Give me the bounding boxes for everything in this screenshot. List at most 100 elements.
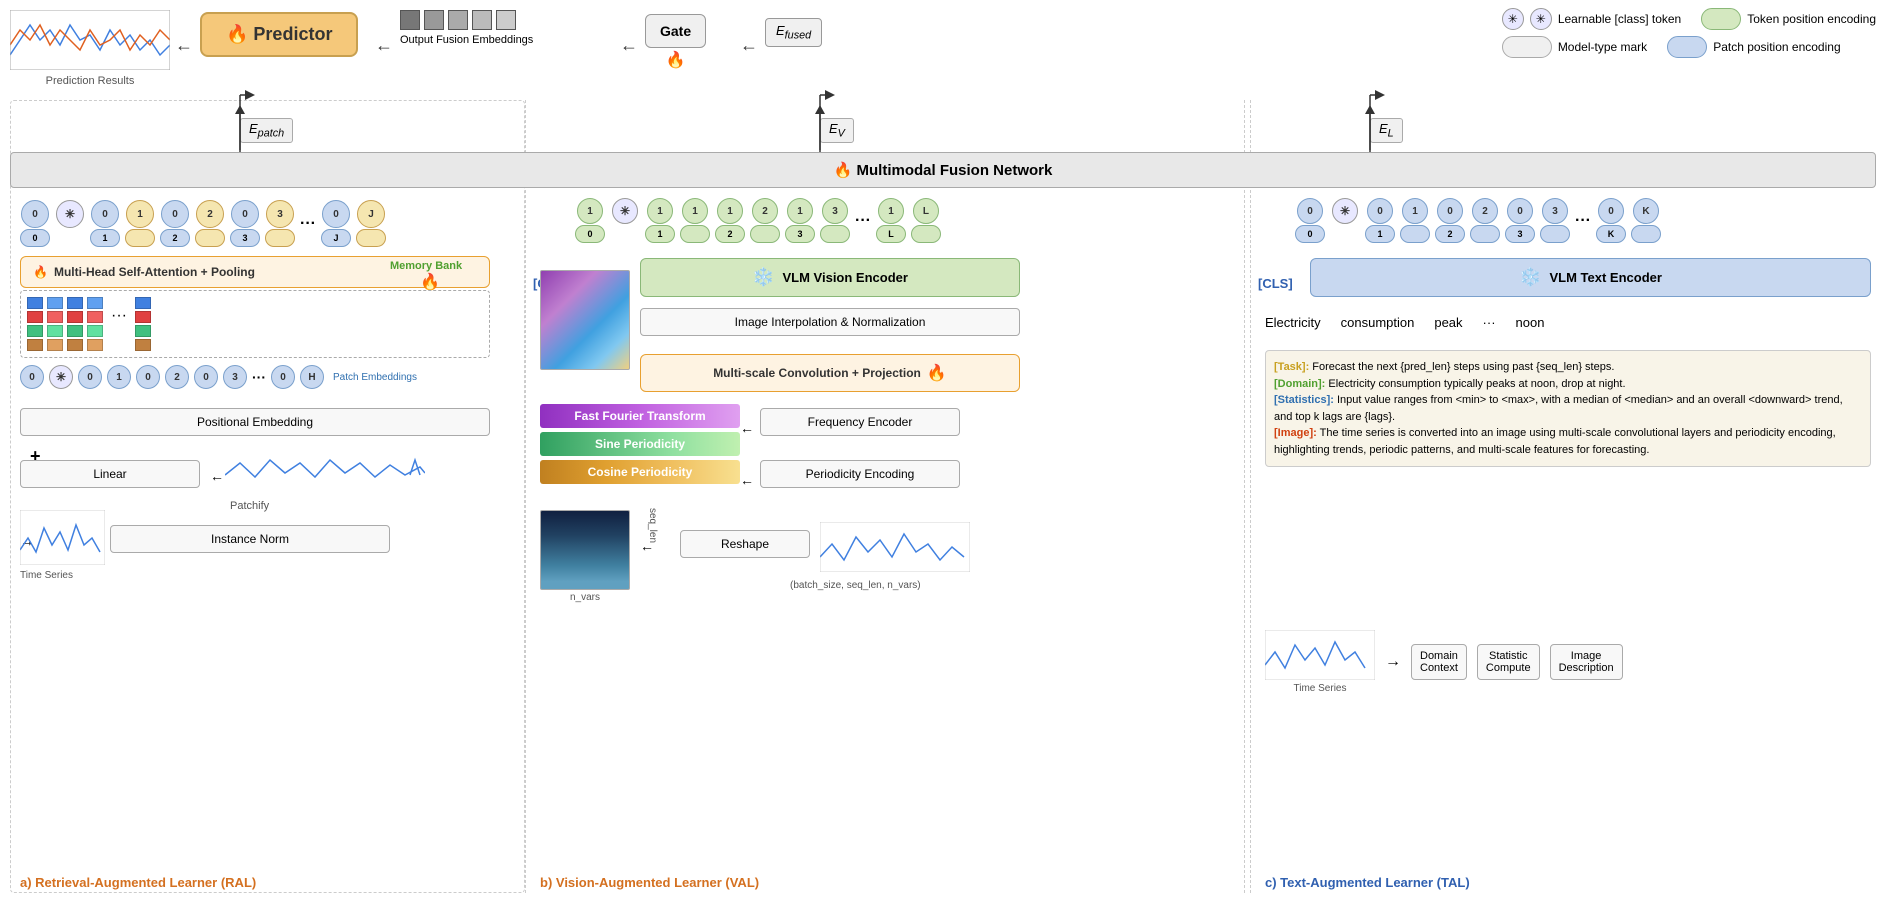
mem-d3 xyxy=(67,325,83,337)
mem-col-1 xyxy=(27,297,43,351)
fusion-block-4 xyxy=(472,10,492,30)
patch-tok-00: 0 xyxy=(20,365,44,389)
multiscale-box: Multi-scale Convolution + Projection 🔥 xyxy=(640,354,1020,392)
tok-c-star: ✳ xyxy=(1330,198,1360,243)
tok-a-dots: ··· xyxy=(300,215,316,233)
tok-b-13-pos: 3 xyxy=(785,225,815,243)
tok-b-dots: ··· xyxy=(855,212,871,230)
section-c-title-text: c) Text-Augmented Learner (TAL) xyxy=(1265,875,1470,890)
gate-with-fire: Gate 🔥 xyxy=(645,14,706,70)
section-a-ts-label: Time Series xyxy=(20,570,73,581)
prompt-task-label: [Task]: xyxy=(1274,361,1309,373)
tok-c-01b-pos xyxy=(1400,225,1430,243)
prompt-stats-text: Input value ranges from <min> to <max>, … xyxy=(1274,394,1843,423)
linear-area: Linear xyxy=(20,460,200,488)
img-thumbnail xyxy=(540,270,630,370)
mem-l2 xyxy=(135,311,151,323)
tok-c-0k-inner: 0 xyxy=(1598,198,1624,224)
mem-l4 xyxy=(135,339,151,351)
tok-b-12b-inner: 2 xyxy=(752,198,778,224)
star-icon-1: ✳ xyxy=(1502,8,1524,30)
gate-box: Gate xyxy=(645,14,706,48)
tok-c-kb-inner: K xyxy=(1633,198,1659,224)
patchify-label: Patchify xyxy=(230,500,269,512)
tok-c-Kb: K xyxy=(1631,198,1661,243)
period-enc-box: Periodicity Encoding xyxy=(760,460,960,488)
tok-c-03-inner: 0 xyxy=(1507,198,1533,224)
legend-token-pos: Token position encoding xyxy=(1701,8,1876,30)
instance-norm-area: Instance Norm xyxy=(110,525,390,553)
word-electricity: Electricity xyxy=(1265,315,1321,330)
tok-b-lb-inner: L xyxy=(913,198,939,224)
tok-b-1l-pos: L xyxy=(876,225,906,243)
mem-c3 xyxy=(47,325,63,337)
tok-c-03b-pos xyxy=(1540,225,1570,243)
prompt-stats-label: [Statistics]: xyxy=(1274,394,1334,406)
mem-e1 xyxy=(87,297,103,309)
img-thumb2-area: seq_len n_vars xyxy=(540,510,630,603)
section-c-ts-label: Time Series xyxy=(1265,683,1375,694)
linear-box: Linear xyxy=(20,460,200,488)
gate-area: Gate 🔥 xyxy=(645,14,706,70)
tok-c-star-empty xyxy=(1330,225,1360,243)
prompt-image-label: [Image]: xyxy=(1274,427,1317,439)
tok-a-03-stack: 0 3 xyxy=(230,200,260,247)
freq-bars-area: Fast Fourier Transform Sine Periodicity … xyxy=(540,404,740,484)
blue-oval-icon xyxy=(1667,36,1707,58)
word-noon: noon xyxy=(1516,315,1545,330)
output-fusion-label: Output Fusion Embeddings xyxy=(400,34,533,46)
tok-b-10: 1 0 xyxy=(575,198,605,243)
pos-embed-area: Positional Embedding xyxy=(20,408,490,436)
tok-a-00-star: 0 0 xyxy=(20,200,50,247)
tok-c-02b: 2 xyxy=(1470,198,1500,243)
section-a-timeseries xyxy=(20,510,105,565)
tok-a-01-pos: 1 xyxy=(90,229,120,247)
section-b-title: b) Vision-Augmented Learner (VAL) xyxy=(540,875,759,890)
tok-b-12-inner: 1 xyxy=(717,198,743,224)
vlm-text-area: ❄️ VLM Text Encoder xyxy=(1310,258,1871,297)
arrow-reshape-img: ← xyxy=(640,538,654,554)
period-enc-area: Periodicity Encoding xyxy=(760,460,960,488)
tok-c-02b-pos xyxy=(1470,225,1500,243)
mem-d1 xyxy=(67,297,83,309)
tok-a-star-inner: ✳ xyxy=(56,200,84,228)
mem-b2 xyxy=(27,311,43,323)
fusion-blocks-row xyxy=(400,10,533,30)
prediction-signal xyxy=(10,10,170,70)
img-thumbnail-2 xyxy=(540,510,630,590)
tok-a-01-inner: 0 xyxy=(91,200,119,228)
tok-c-kb-pos xyxy=(1631,225,1661,243)
arrow-fusion-pred: ← xyxy=(375,35,393,56)
tok-b-12b: 2 xyxy=(750,198,780,243)
predictor-label: 🔥 Predictor xyxy=(200,12,358,57)
tok-c-02-inner: 0 xyxy=(1437,198,1463,224)
memory-bank-label: Memory Bank xyxy=(390,260,462,272)
tok-a-00-pos: 0 xyxy=(20,229,50,247)
tok-a-0j-yellow: J xyxy=(356,200,386,247)
section-a-patch-row: 0 ✳ 0 1 0 2 0 3 ··· 0 H Patch Embeddings xyxy=(20,365,417,389)
mem-e3 xyxy=(87,325,103,337)
fire-icon: 🔥 xyxy=(666,50,686,70)
tok-c-star-inner: ✳ xyxy=(1332,198,1358,224)
legend-patch-pos: Patch position encoding xyxy=(1667,36,1840,58)
tok-b-lb-pos xyxy=(911,225,941,243)
legend-row-1: ✳ ✳ Learnable [class] token Token positi… xyxy=(1502,8,1876,30)
tok-a-0j-pos: J xyxy=(321,229,351,247)
mem-b1 xyxy=(27,297,43,309)
section-c-title: c) Text-Augmented Learner (TAL) xyxy=(1265,875,1470,890)
tok-a-03-yellow: 3 xyxy=(265,200,295,247)
patch-embeddings-label: Patch Embeddings xyxy=(333,372,417,383)
patch-tok-03: 0 xyxy=(194,365,218,389)
snowflake-icon: ❄️ xyxy=(752,267,774,288)
diagram-container: ✳ ✳ Learnable [class] token Token positi… xyxy=(0,0,1886,898)
tok-c-03b-inner: 3 xyxy=(1542,198,1568,224)
tok-a-02-stack: 0 2 xyxy=(160,200,190,247)
reshape-box: Reshape xyxy=(680,530,810,558)
tok-a-02-inner: 0 xyxy=(161,200,189,228)
tok-c-dots: ··· xyxy=(1575,212,1591,230)
img-interp-area: Image Interpolation & Normalization xyxy=(640,308,1020,336)
tok-a-03-y: 3 xyxy=(266,200,294,228)
fusion-block-1 xyxy=(400,10,420,30)
patch-tok-0h: 0 xyxy=(271,365,295,389)
word-tokens-row: Electricity consumption peak ··· noon xyxy=(1265,315,1544,330)
